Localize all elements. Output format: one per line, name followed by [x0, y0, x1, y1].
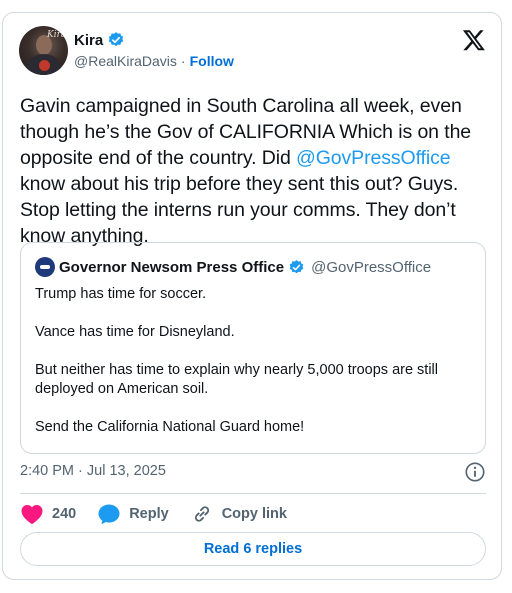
read-replies-button[interactable]: Read 6 replies	[20, 532, 486, 566]
tweet-text-part-2: know about his trip before they sent thi…	[20, 173, 459, 247]
quoted-paragraph: Vance has time for Disneyland.	[35, 324, 235, 340]
like-count: 240	[52, 506, 77, 522]
avatar-pin	[39, 60, 50, 71]
quoted-author-name[interactable]: Governor Newsom Press Office	[59, 259, 284, 276]
heart-icon	[21, 505, 43, 525]
quoted-paragraph: Trump has time for soccer.	[35, 286, 207, 302]
quoted-tweet[interactable]: Governor Newsom Press Office @GovPressOf…	[20, 242, 486, 454]
avatar-scribble: Kira	[47, 30, 67, 40]
action-bar: 240 Reply Copy link	[20, 501, 308, 527]
author-name[interactable]: Kira	[74, 32, 103, 49]
author-avatar[interactable]: Kira	[19, 26, 68, 75]
reply-label: Reply	[129, 506, 169, 522]
copy-link-button[interactable]: Copy link	[190, 503, 287, 525]
follow-button[interactable]: Follow	[190, 53, 234, 69]
gov-verified-badge-icon	[289, 259, 304, 273]
info-icon[interactable]	[464, 461, 486, 483]
verified-badge-icon	[108, 32, 124, 47]
x-logo-icon[interactable]	[462, 28, 486, 52]
quoted-author-avatar[interactable]	[35, 257, 55, 277]
quoted-author-handle[interactable]: @GovPressOffice	[311, 259, 431, 276]
quoted-tweet-text: Trump has time for soccer. Vance has tim…	[35, 285, 475, 456]
author-name-row: Kira	[74, 31, 125, 49]
reply-bubble-icon	[98, 504, 120, 525]
author-handle-row: @RealKiraDavis · Follow	[74, 53, 234, 69]
like-button[interactable]: 240	[20, 503, 76, 525]
quoted-paragraph: Send the California National Guard home!	[35, 419, 305, 435]
tweet-card: Kira Kira @RealKiraDavis · Follow Gavin …	[2, 12, 502, 580]
tweet-timestamp[interactable]: 2:40 PM · Jul 13, 2025	[20, 463, 166, 479]
mention-link[interactable]: @GovPressOffice	[296, 147, 451, 169]
author-handle[interactable]: @RealKiraDavis	[74, 53, 177, 69]
tweet-text: Gavin campaigned in South Carolina all w…	[20, 93, 492, 249]
link-icon	[194, 506, 209, 522]
reply-button[interactable]: Reply	[97, 503, 169, 525]
divider	[20, 493, 486, 494]
quoted-tweet-header: Governor Newsom Press Office @GovPressOf…	[35, 257, 431, 277]
copy-link-label: Copy link	[221, 506, 287, 522]
quoted-paragraph: But neither has time to explain why near…	[35, 362, 438, 397]
handle-separator: ·	[180, 53, 186, 69]
